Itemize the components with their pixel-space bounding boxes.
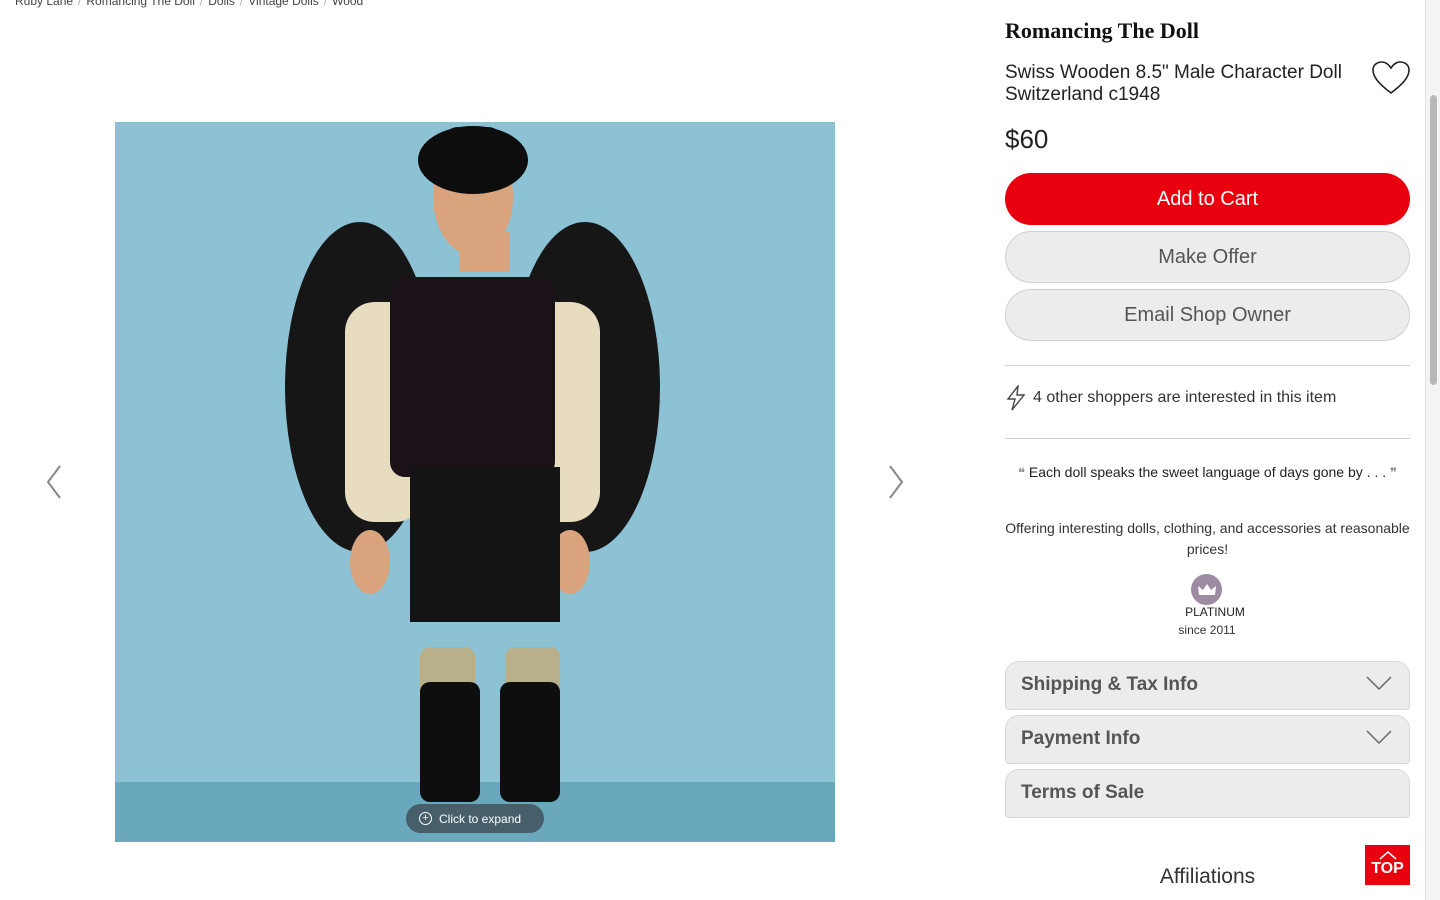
page-scrollbar[interactable] [1425, 0, 1440, 900]
interest-text: 4 other shoppers are interested in this … [1033, 389, 1337, 406]
member-since: since 2011 [1178, 623, 1236, 637]
gallery-next-button[interactable] [880, 462, 910, 502]
back-to-top-button[interactable]: TOP [1365, 845, 1410, 885]
scrollbar-thumb[interactable] [1430, 95, 1437, 385]
email-shop-owner-button[interactable]: Email Shop Owner [1005, 289, 1410, 341]
plus-circle-icon: + [419, 812, 432, 825]
shop-description: Offering interesting dolls, clothing, an… [1005, 520, 1410, 557]
chevron-left-icon [46, 465, 61, 499]
platinum-badge [1191, 574, 1222, 605]
payment-info-accordion[interactable]: Payment Info [1005, 715, 1410, 764]
chevron-down-icon [1366, 676, 1392, 691]
chevron-right-icon [889, 465, 904, 499]
accordion-label: Terms of Sale [1021, 782, 1145, 803]
divider [1005, 438, 1410, 439]
make-offer-button[interactable]: Make Offer [1005, 231, 1410, 283]
product-title: Swiss Wooden 8.5" Male Character Doll Sw… [1005, 62, 1342, 105]
shop-tagline: ❝ Each doll speaks the sweet language of… [1005, 462, 1410, 483]
close-quote-icon: ❞ [1390, 465, 1397, 480]
shop-name-link[interactable]: Romancing The Doll [1005, 18, 1199, 44]
product-price: $60 [1005, 124, 1049, 154]
product-photo[interactable] [115, 122, 835, 842]
tagline-text: Each doll speaks the sweet language of d… [1028, 464, 1387, 480]
interest-notice: 4 other shoppers are interested in this … [1005, 385, 1336, 411]
chevron-up-icon [1379, 851, 1396, 860]
doll-image [115, 122, 835, 842]
shipping-tax-accordion[interactable]: Shipping & Tax Info [1005, 661, 1410, 710]
add-to-cart-button[interactable]: Add to Cart [1005, 173, 1410, 225]
expand-label: Click to expand [439, 811, 522, 826]
gallery-prev-button[interactable] [40, 462, 70, 502]
heart-icon [1372, 61, 1410, 95]
product-gallery: + Click to expand [0, 0, 950, 900]
terms-of-sale-accordion[interactable]: Terms of Sale [1005, 769, 1410, 818]
top-label: TOP [1371, 860, 1404, 877]
accordion-label: Payment Info [1021, 728, 1141, 749]
click-to-expand-button[interactable]: + Click to expand [406, 804, 544, 833]
chevron-down-icon [1366, 730, 1392, 745]
favorite-button[interactable] [1371, 60, 1411, 96]
divider [1005, 365, 1410, 366]
crown-icon [1197, 583, 1216, 595]
accordion-label: Shipping & Tax Info [1021, 674, 1198, 695]
affiliations-heading: Affiliations [1159, 865, 1256, 888]
open-quote-icon: ❝ [1017, 465, 1025, 480]
membership-tier: PLATINUM [1185, 605, 1245, 619]
lightning-icon [1006, 385, 1026, 411]
